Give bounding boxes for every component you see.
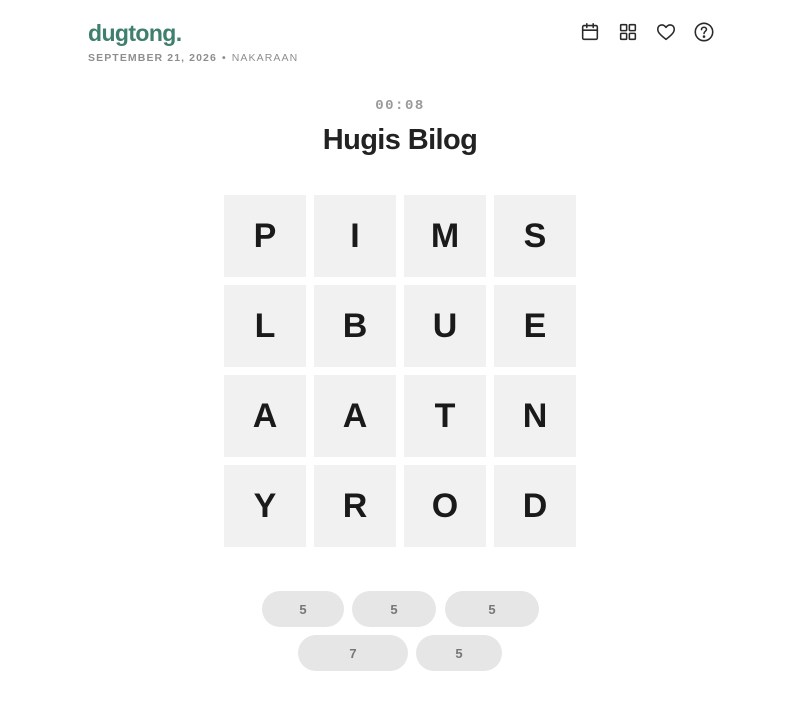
word-length-pill: 5 [262, 591, 344, 627]
calendar-icon [581, 22, 599, 41]
grid-button[interactable] [616, 18, 640, 46]
letter-tile[interactable]: O [404, 465, 486, 547]
letter-tile[interactable]: S [494, 195, 576, 277]
brand-block: dugtong. SEPTEMBER 21, 2026 • NAKARAAN [88, 19, 298, 64]
puzzle-date: SEPTEMBER 21, 2026 [88, 52, 217, 64]
logo[interactable]: dugtong. [88, 19, 298, 47]
letter-grid: P I M S L B U E A A T N Y R O D [224, 195, 578, 549]
letter-tile[interactable]: A [314, 375, 396, 457]
game-timer: 00:08 [375, 98, 425, 114]
puzzle-status: NAKARAAN [231, 52, 299, 64]
letter-tile[interactable]: I [314, 195, 396, 277]
word-length-hints: 5 5 5 7 5 [0, 591, 800, 671]
letter-tile[interactable]: T [404, 375, 486, 457]
letter-tile[interactable]: R [314, 465, 396, 547]
word-length-pill: 5 [416, 635, 502, 671]
game-page: dugtong. SEPTEMBER 21, 2026 • NAKARAAN 0… [0, 0, 800, 720]
help-icon [694, 22, 714, 42]
heart-button[interactable] [654, 18, 678, 46]
help-button[interactable] [692, 18, 716, 46]
letter-tile[interactable]: U [404, 285, 486, 367]
word-length-pill: 5 [352, 591, 436, 627]
calendar-button[interactable] [578, 18, 602, 46]
hint-row: 7 5 [0, 635, 800, 671]
word-length-pill: 5 [445, 591, 539, 627]
letter-tile[interactable]: L [224, 285, 306, 367]
letter-tile[interactable]: Y [224, 465, 306, 547]
letter-tile[interactable]: E [494, 285, 576, 367]
letter-tile[interactable]: N [494, 375, 576, 457]
letter-tile[interactable]: B [314, 285, 396, 367]
date-separator: • [221, 52, 227, 64]
letter-tile[interactable]: D [494, 465, 576, 547]
header-toolbar [578, 18, 716, 46]
letter-tile[interactable]: P [224, 195, 306, 277]
puzzle-title: Hugis Bilog [322, 124, 478, 156]
grid-icon [619, 23, 637, 41]
dateline: SEPTEMBER 21, 2026 • NAKARAAN [88, 52, 298, 64]
letter-tile[interactable]: A [224, 375, 306, 457]
word-length-pill: 7 [298, 635, 408, 671]
letter-tile[interactable]: M [404, 195, 486, 277]
hint-row: 5 5 5 [0, 591, 800, 627]
heart-icon [656, 24, 676, 41]
